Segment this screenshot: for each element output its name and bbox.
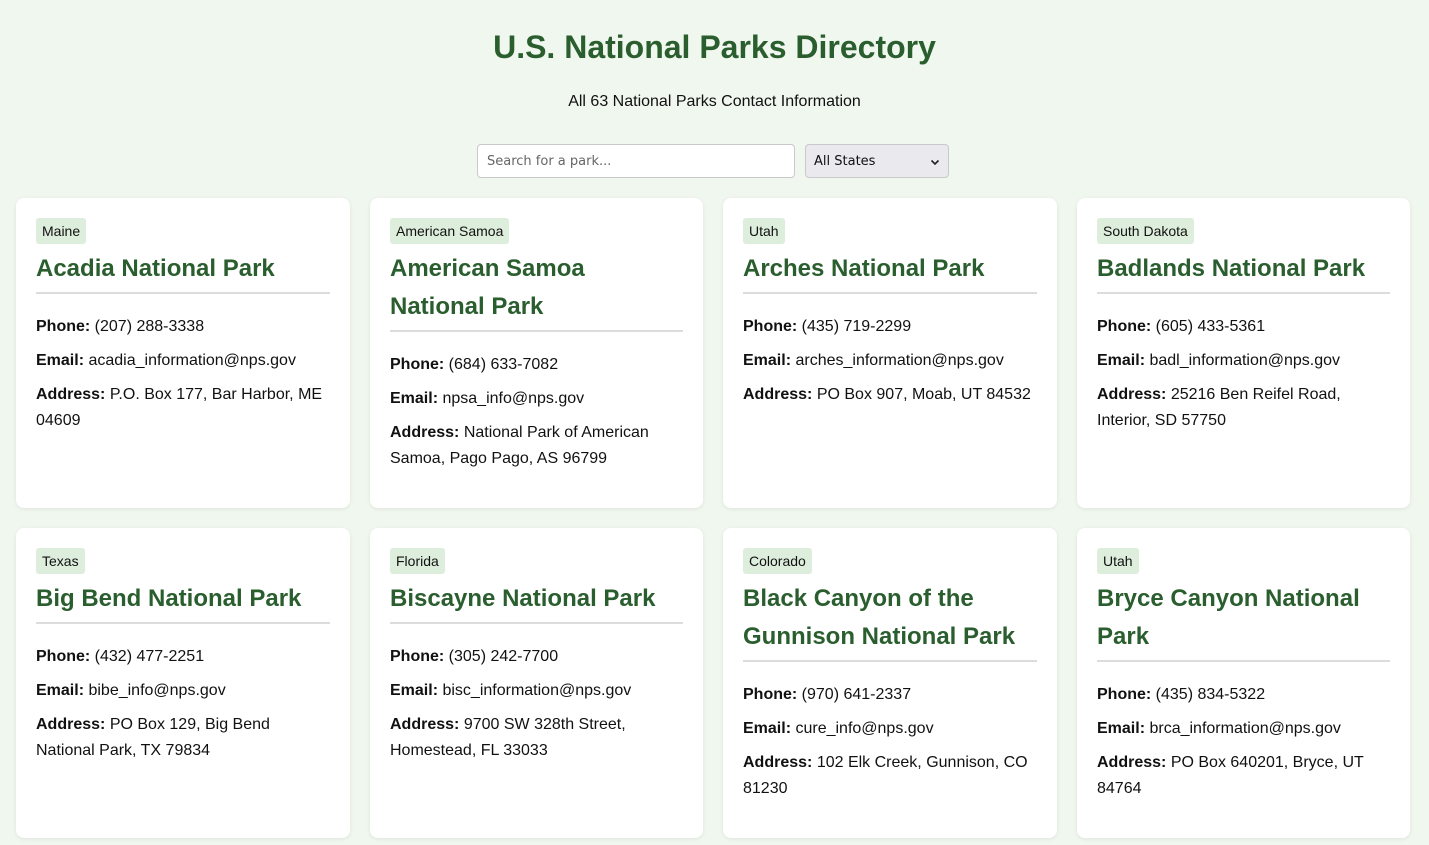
state-badge: Texas xyxy=(36,548,85,574)
address-label: Address: xyxy=(1097,386,1167,403)
page-title: U.S. National Parks Directory xyxy=(493,29,936,65)
state-badge: Utah xyxy=(1097,548,1139,574)
address-field: Address: National Park of American Samoa… xyxy=(390,420,683,472)
email-label: Email: xyxy=(743,720,792,737)
email-value: badl_information@nps.gov xyxy=(1149,352,1341,369)
state-filter-select[interactable]: All States xyxy=(805,144,949,178)
park-card: Utah Arches National Park Phone: (435) 7… xyxy=(723,198,1057,508)
address-label: Address: xyxy=(36,716,106,733)
chevron-down-icon xyxy=(930,156,940,166)
email-field: Email: brca_information@nps.gov xyxy=(1097,716,1390,742)
park-card: Maine Acadia National Park Phone: (207) … xyxy=(16,198,350,508)
email-value: arches_information@nps.gov xyxy=(795,352,1004,369)
address-field: Address: 102 Elk Creek, Gunnison, CO 812… xyxy=(743,750,1037,802)
phone-value: (435) 719-2299 xyxy=(801,318,912,335)
address-field: Address: 9700 SW 328th Street, Homestead… xyxy=(390,712,683,764)
email-value: acadia_information@nps.gov xyxy=(88,352,296,369)
address-label: Address: xyxy=(743,386,813,403)
phone-field: Phone: (435) 719-2299 xyxy=(743,314,1037,340)
phone-field: Phone: (305) 242-7700 xyxy=(390,644,683,670)
park-name: Black Canyon of the Gunnison National Pa… xyxy=(743,580,1037,662)
address-label: Address: xyxy=(390,424,460,441)
phone-field: Phone: (605) 433-5361 xyxy=(1097,314,1390,340)
address-label: Address: xyxy=(36,386,106,403)
phone-label: Phone: xyxy=(390,648,445,665)
park-name: Biscayne National Park xyxy=(390,580,683,624)
phone-field: Phone: (684) 633-7082 xyxy=(390,352,683,378)
email-value: cure_info@nps.gov xyxy=(795,720,934,737)
park-card: Florida Biscayne National Park Phone: (3… xyxy=(370,528,703,838)
address-label: Address: xyxy=(1097,754,1167,771)
park-card: American Samoa American Samoa National P… xyxy=(370,198,703,508)
park-name: Big Bend National Park xyxy=(36,580,330,624)
email-label: Email: xyxy=(743,352,792,369)
email-label: Email: xyxy=(390,390,439,407)
address-label: Address: xyxy=(390,716,460,733)
state-badge: Maine xyxy=(36,218,87,244)
email-label: Email: xyxy=(36,352,85,369)
email-label: Email: xyxy=(390,682,439,699)
state-badge: South Dakota xyxy=(1097,218,1194,244)
park-card-grid: Maine Acadia National Park Phone: (207) … xyxy=(16,198,1410,838)
phone-field: Phone: (207) 288-3338 xyxy=(36,314,330,340)
email-field: Email: npsa_info@nps.gov xyxy=(390,386,683,412)
address-field: Address: PO Box 129, Big Bend National P… xyxy=(36,712,330,764)
phone-value: (305) 242-7700 xyxy=(448,648,559,665)
email-label: Email: xyxy=(1097,720,1146,737)
email-value: bisc_information@nps.gov xyxy=(442,682,632,699)
park-name: Arches National Park xyxy=(743,250,1037,294)
phone-label: Phone: xyxy=(36,318,91,335)
email-label: Email: xyxy=(1097,352,1146,369)
phone-value: (605) 433-5361 xyxy=(1155,318,1266,335)
email-label: Email: xyxy=(36,682,85,699)
phone-value: (435) 834-5322 xyxy=(1155,686,1266,703)
park-card: South Dakota Badlands National Park Phon… xyxy=(1077,198,1410,508)
state-badge: Florida xyxy=(390,548,445,574)
park-card: Colorado Black Canyon of the Gunnison Na… xyxy=(723,528,1057,838)
park-name: Acadia National Park xyxy=(36,250,330,294)
email-field: Email: acadia_information@nps.gov xyxy=(36,348,330,374)
email-value: bibe_info@nps.gov xyxy=(88,682,226,699)
address-field: Address: P.O. Box 177, Bar Harbor, ME 04… xyxy=(36,382,330,434)
search-input[interactable] xyxy=(477,144,795,178)
state-badge: Colorado xyxy=(743,548,812,574)
park-name: Badlands National Park xyxy=(1097,250,1390,294)
email-field: Email: bibe_info@nps.gov xyxy=(36,678,330,704)
email-field: Email: cure_info@nps.gov xyxy=(743,716,1037,742)
park-name: Bryce Canyon National Park xyxy=(1097,580,1390,662)
park-card: Utah Bryce Canyon National Park Phone: (… xyxy=(1077,528,1410,838)
phone-field: Phone: (970) 641-2337 xyxy=(743,682,1037,708)
phone-label: Phone: xyxy=(743,686,798,703)
phone-label: Phone: xyxy=(1097,318,1152,335)
phone-label: Phone: xyxy=(743,318,798,335)
email-field: Email: bisc_information@nps.gov xyxy=(390,678,683,704)
address-value: PO Box 907, Moab, UT 84532 xyxy=(816,386,1031,403)
email-value: brca_information@nps.gov xyxy=(1149,720,1341,737)
address-field: Address: PO Box 907, Moab, UT 84532 xyxy=(743,382,1037,408)
phone-label: Phone: xyxy=(390,356,445,373)
phone-field: Phone: (432) 477-2251 xyxy=(36,644,330,670)
phone-value: (970) 641-2337 xyxy=(801,686,912,703)
state-filter-value: All States xyxy=(814,153,876,169)
address-field: Address: PO Box 640201, Bryce, UT 84764 xyxy=(1097,750,1390,802)
state-badge: American Samoa xyxy=(390,218,510,244)
email-field: Email: arches_information@nps.gov xyxy=(743,348,1037,374)
phone-label: Phone: xyxy=(1097,686,1152,703)
park-name: American Samoa National Park xyxy=(390,250,683,332)
phone-label: Phone: xyxy=(36,648,91,665)
phone-value: (207) 288-3338 xyxy=(94,318,205,335)
email-value: npsa_info@nps.gov xyxy=(442,390,585,407)
page-subtitle: All 63 National Parks Contact Informatio… xyxy=(568,93,861,110)
address-label: Address: xyxy=(743,754,813,771)
phone-field: Phone: (435) 834-5322 xyxy=(1097,682,1390,708)
phone-value: (432) 477-2251 xyxy=(94,648,205,665)
state-badge: Utah xyxy=(743,218,785,244)
phone-value: (684) 633-7082 xyxy=(448,356,559,373)
address-field: Address: 25216 Ben Reifel Road, Interior… xyxy=(1097,382,1390,434)
park-card: Texas Big Bend National Park Phone: (432… xyxy=(16,528,350,838)
email-field: Email: badl_information@nps.gov xyxy=(1097,348,1390,374)
